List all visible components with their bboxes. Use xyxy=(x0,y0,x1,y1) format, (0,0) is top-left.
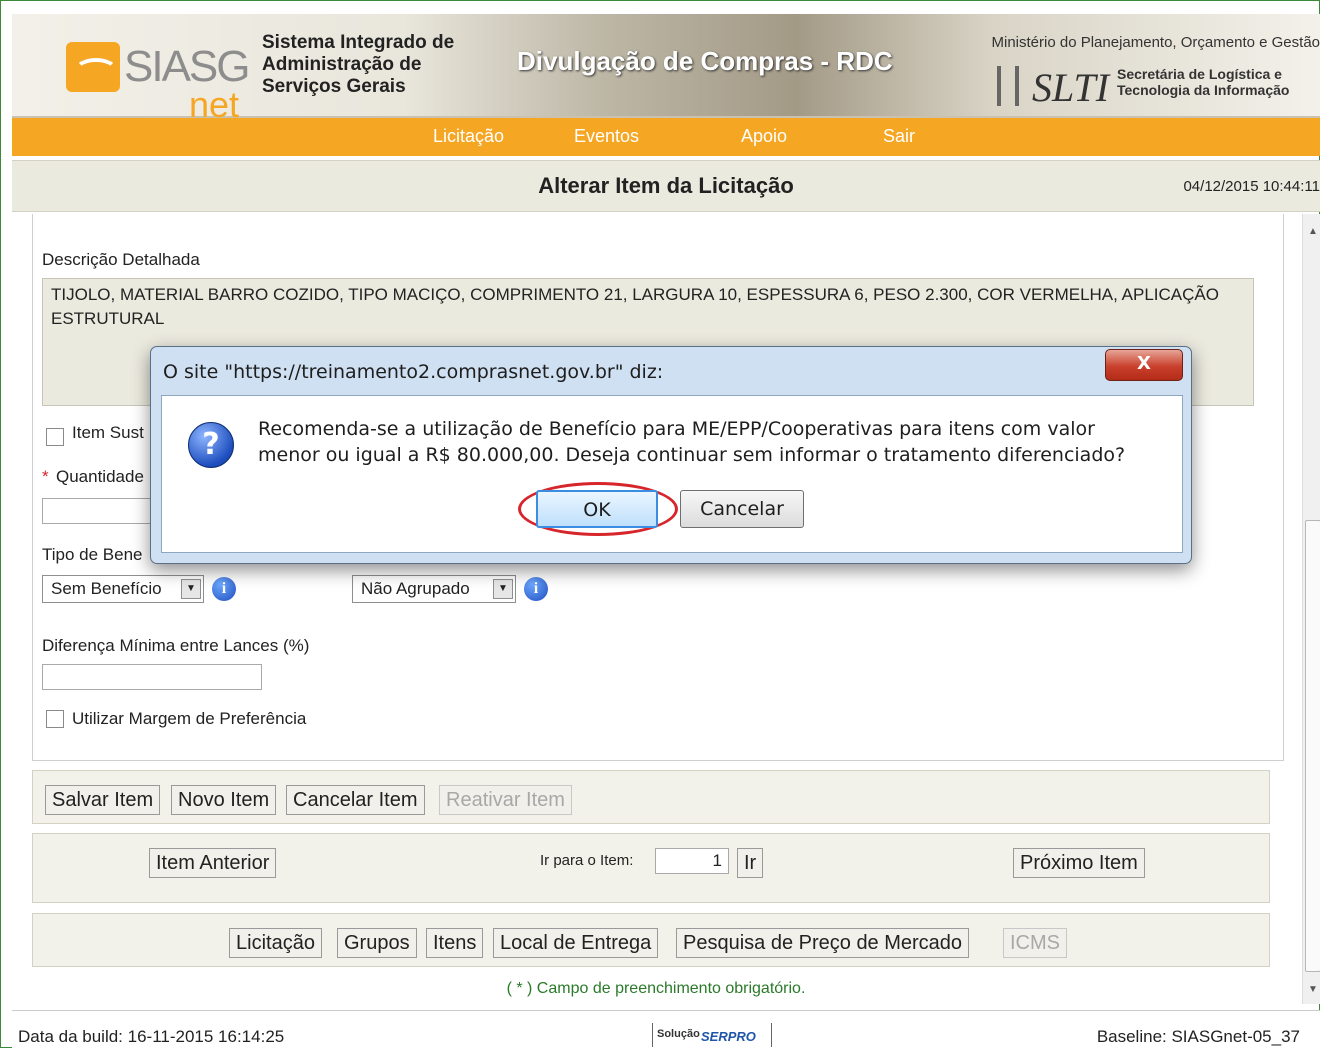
section-licitacao-button[interactable]: Licitação xyxy=(229,928,322,958)
scroll-down-icon[interactable]: ▼ xyxy=(1308,984,1318,995)
diferenca-input[interactable] xyxy=(42,664,262,690)
required-footnote: ( * ) Campo de preenchimento obrigatório… xyxy=(12,980,1300,998)
dialog-message: Recomenda-se a utilização de Benefício p… xyxy=(258,416,1158,468)
info-icon[interactable]: i xyxy=(212,577,236,601)
navigation-panel: Item Anterior Ir para o Item: 1 Ir Próxi… xyxy=(32,833,1270,903)
cancelar-item-button[interactable]: Cancelar Item xyxy=(286,785,425,815)
status-bar: Data da build: 16-11-2015 16:14:25 Soluç… xyxy=(12,1010,1320,1049)
site-header: SIASG net Sistema Integrado de Administr… xyxy=(12,14,1320,118)
vertical-scrollbar[interactable]: ▲ ▼ xyxy=(1302,214,1320,1004)
menu-eventos[interactable]: Eventos xyxy=(574,126,639,147)
serpro-text: SERPRO xyxy=(701,1029,756,1044)
dialog-body: ? Recomenda-se a utilização de Benefício… xyxy=(161,395,1183,553)
page-titlebar: Alterar Item da Licitação 04/12/2015 10:… xyxy=(12,160,1320,212)
ministry-name: Ministério do Planejamento, Orçamento e … xyxy=(992,34,1320,51)
section-pesquisa-preco-button[interactable]: Pesquisa de Preço de Mercado xyxy=(676,928,969,958)
slti-logo: SLTI xyxy=(1032,64,1109,111)
ir-para-input[interactable]: 1 xyxy=(655,848,729,874)
agrupamento-select[interactable]: Não Agrupado ▼ xyxy=(352,575,516,603)
ministry-bars-icon xyxy=(997,66,1019,106)
dialog-title: O site "https://treinamento2.comprasnet.… xyxy=(163,361,663,383)
menu-sair[interactable]: Sair xyxy=(883,126,915,147)
item-sust-label: Item Sust xyxy=(72,423,144,443)
beneficio-select-value: Sem Benefício xyxy=(51,579,162,598)
required-asterisk: * xyxy=(42,467,49,487)
menu-apoio[interactable]: Apoio xyxy=(741,126,787,147)
section-itens-button[interactable]: Itens xyxy=(426,928,483,958)
novo-item-button[interactable]: Novo Item xyxy=(171,785,276,815)
item-sust-checkbox[interactable] xyxy=(46,428,64,446)
quantidade-label: Quantidade xyxy=(56,467,144,487)
sections-panel: Licitação Grupos Itens Local de Entrega … xyxy=(32,913,1270,967)
question-icon: ? xyxy=(188,422,234,468)
beneficio-select[interactable]: Sem Benefício ▼ xyxy=(42,575,204,603)
diferenca-label: Diferença Mínima entre Lances (%) xyxy=(42,636,309,656)
agrupamento-select-value: Não Agrupado xyxy=(361,579,470,598)
serpro-logo: Solução SERPRO xyxy=(652,1023,772,1047)
content-frame: Descrição Detalhada TIJOLO, MATERIAL BAR… xyxy=(12,214,1300,1006)
section-grupos-button[interactable]: Grupos xyxy=(337,928,417,958)
ir-para-label: Ir para o Item: xyxy=(540,852,633,869)
chevron-down-icon[interactable]: ▼ xyxy=(493,579,513,599)
margem-checkbox[interactable] xyxy=(46,710,64,728)
info-icon[interactable]: i xyxy=(524,577,548,601)
siasg-logo-icon xyxy=(66,42,120,92)
slti-name: Secretária de Logística e Tecnologia da … xyxy=(1117,66,1320,98)
salvar-item-button[interactable]: Salvar Item xyxy=(45,785,160,815)
cancel-button[interactable]: Cancelar xyxy=(680,490,804,528)
tipo-beneficio-label: Tipo de Bene xyxy=(42,545,143,565)
item-anterior-button[interactable]: Item Anterior xyxy=(149,848,276,878)
solucao-text: Solução xyxy=(657,1028,700,1040)
section-local-entrega-button[interactable]: Local de Entrega xyxy=(493,928,658,958)
system-name: Sistema Integrado de Administração de Se… xyxy=(262,32,482,98)
siasgnet-logo: SIASG net xyxy=(54,28,254,110)
main-menu: Licitação Eventos Apoio Sair xyxy=(12,118,1320,156)
chevron-down-icon[interactable]: ▼ xyxy=(181,579,201,599)
ir-button[interactable]: Ir xyxy=(737,848,763,878)
action-panel: Salvar Item Novo Item Cancelar Item Reat… xyxy=(32,770,1270,824)
reativar-item-button[interactable]: Reativar Item xyxy=(439,785,572,815)
section-icms-button[interactable]: ICMS xyxy=(1003,928,1067,958)
menu-licitacao[interactable]: Licitação xyxy=(433,126,504,147)
margem-label: Utilizar Margem de Preferência xyxy=(72,709,306,729)
scroll-up-icon[interactable]: ▲ xyxy=(1308,226,1318,237)
build-date: Data da build: 16-11-2015 16:14:25 xyxy=(18,1027,284,1047)
proximo-item-button[interactable]: Próximo Item xyxy=(1013,848,1145,878)
close-button[interactable]: X xyxy=(1105,349,1183,381)
ok-button[interactable]: OK xyxy=(536,490,658,528)
descricao-label: Descrição Detalhada xyxy=(42,250,200,270)
scroll-thumb[interactable] xyxy=(1305,520,1320,972)
baseline: Baseline: SIASGnet-05_37 xyxy=(1097,1027,1300,1047)
page-title: Alterar Item da Licitação xyxy=(12,173,1320,199)
portal-title: Divulgação de Compras - RDC xyxy=(517,46,893,77)
datetime: 04/12/2015 10:44:11 xyxy=(1183,178,1320,195)
confirm-dialog: O site "https://treinamento2.comprasnet.… xyxy=(150,346,1192,564)
